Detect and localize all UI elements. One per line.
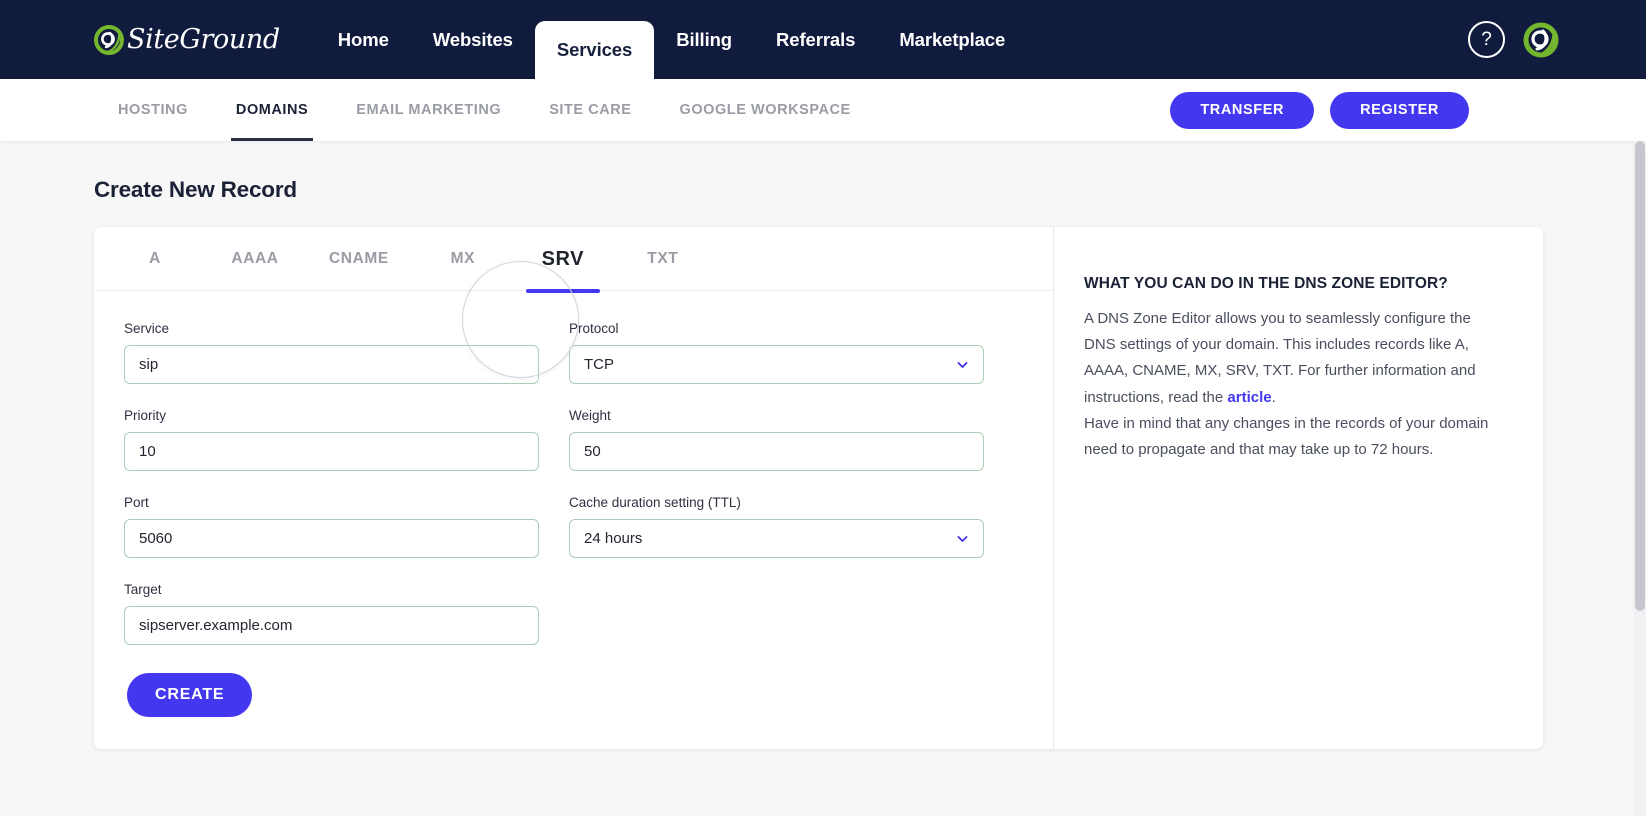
- form-row-port-ttl: Port Cache duration setting (TTL) 24 hou…: [124, 495, 1023, 558]
- page-title: Create New Record: [94, 177, 297, 202]
- tab-aaaa[interactable]: AAAA: [205, 227, 305, 291]
- field-target: Target: [124, 582, 539, 645]
- service-input[interactable]: [124, 345, 539, 384]
- nav-item-marketplace[interactable]: Marketplace: [877, 0, 1027, 79]
- priority-input[interactable]: [124, 432, 539, 471]
- protocol-value: TCP: [584, 356, 614, 373]
- create-button[interactable]: CREATE: [127, 673, 253, 717]
- info-panel-body: A DNS Zone Editor allows you to seamless…: [1084, 306, 1503, 463]
- nav-item-services[interactable]: Services: [534, 21, 655, 79]
- ttl-label: Cache duration setting (TTL): [569, 495, 741, 510]
- field-port: Port: [124, 495, 539, 558]
- chevron-down-icon: [956, 532, 969, 545]
- port-input[interactable]: [124, 519, 539, 558]
- question-mark-circle-icon[interactable]: ?: [1468, 21, 1505, 58]
- siteground-swirl-icon: [94, 24, 124, 55]
- protocol-label: Protocol: [569, 321, 619, 336]
- info-paragraph-2: Have in mind that any changes in the rec…: [1084, 414, 1489, 459]
- nav-item-billing[interactable]: Billing: [654, 0, 754, 79]
- top-navigation-bar: SiteGround Home Websites Services Billin…: [0, 0, 1646, 79]
- info-paragraph-1: A DNS Zone Editor allows you to seamless…: [1084, 310, 1476, 406]
- info-panel-title: WHAT YOU CAN DO IN THE DNS ZONE EDITOR?: [1084, 275, 1448, 292]
- siteground-wordmark: SiteGround: [127, 24, 280, 55]
- field-protocol: Protocol TCP: [569, 321, 984, 384]
- create-record-card: A AAAA CNAME MX SRV TXT Service Protocol: [94, 227, 1543, 749]
- services-subnav: HOSTING DOMAINS EMAIL MARKETING SITE CAR…: [94, 79, 875, 141]
- chevron-down-icon: [956, 358, 969, 371]
- weight-label: Weight: [569, 408, 611, 423]
- ttl-select[interactable]: 24 hours: [569, 519, 984, 558]
- weight-input[interactable]: [569, 432, 984, 471]
- field-service: Service: [124, 321, 539, 384]
- subnav-item-hosting[interactable]: HOSTING: [94, 79, 212, 141]
- field-weight: Weight: [569, 408, 984, 471]
- service-label: Service: [124, 321, 170, 336]
- tab-a[interactable]: A: [105, 227, 205, 291]
- srv-record-form: Service Protocol TCP: [94, 291, 1053, 717]
- priority-label: Priority: [124, 408, 167, 423]
- subnav-item-google-workspace[interactable]: GOOGLE WORKSPACE: [655, 79, 874, 141]
- form-row-service-protocol: Service Protocol TCP: [124, 321, 1023, 384]
- form-row-priority-weight: Priority Weight: [124, 408, 1023, 471]
- subnav-item-domains[interactable]: DOMAINS: [212, 79, 332, 141]
- domain-actions: TRANSFER REGISTER: [1170, 91, 1469, 129]
- subnav-item-email-marketing[interactable]: EMAIL MARKETING: [332, 79, 525, 141]
- page-scrollbar-thumb[interactable]: [1635, 141, 1645, 611]
- info-panel: WHAT YOU CAN DO IN THE DNS ZONE EDITOR? …: [1054, 227, 1543, 749]
- nav-item-referrals[interactable]: Referrals: [754, 0, 877, 79]
- record-type-tabs: A AAAA CNAME MX SRV TXT: [94, 227, 1053, 293]
- port-label: Port: [124, 495, 149, 510]
- target-label: Target: [124, 582, 162, 597]
- target-input[interactable]: [124, 606, 539, 645]
- ttl-value: 24 hours: [584, 530, 643, 547]
- secondary-navigation-bar: HOSTING DOMAINS EMAIL MARKETING SITE CAR…: [0, 79, 1646, 141]
- subnav-item-site-care[interactable]: SITE CARE: [525, 79, 655, 141]
- siteground-avatar-icon[interactable]: [1522, 21, 1560, 59]
- siteground-logo[interactable]: SiteGround: [94, 0, 280, 79]
- form-row-target: Target: [124, 582, 1023, 645]
- nav-item-websites[interactable]: Websites: [411, 0, 535, 79]
- field-priority: Priority: [124, 408, 539, 471]
- nav-item-home[interactable]: Home: [316, 0, 411, 79]
- tab-srv[interactable]: SRV: [513, 227, 613, 293]
- tab-mx[interactable]: MX: [413, 227, 513, 291]
- topbar-actions: ?: [1468, 0, 1560, 79]
- page-body: Create New Record A AAAA CNAME MX SRV TX…: [0, 141, 1646, 816]
- protocol-select[interactable]: TCP: [569, 345, 984, 384]
- field-ttl: Cache duration setting (TTL) 24 hours: [569, 495, 984, 558]
- primary-nav: Home Websites Services Billing Referrals…: [316, 0, 1027, 79]
- transfer-button[interactable]: TRANSFER: [1170, 91, 1315, 129]
- register-button[interactable]: REGISTER: [1330, 91, 1469, 129]
- record-form-panel: A AAAA CNAME MX SRV TXT Service Protocol: [94, 227, 1054, 749]
- article-link[interactable]: article: [1227, 389, 1271, 406]
- info-paragraph-1-end: .: [1271, 388, 1276, 406]
- tab-txt[interactable]: TXT: [613, 227, 713, 291]
- tab-cname[interactable]: CNAME: [305, 227, 413, 291]
